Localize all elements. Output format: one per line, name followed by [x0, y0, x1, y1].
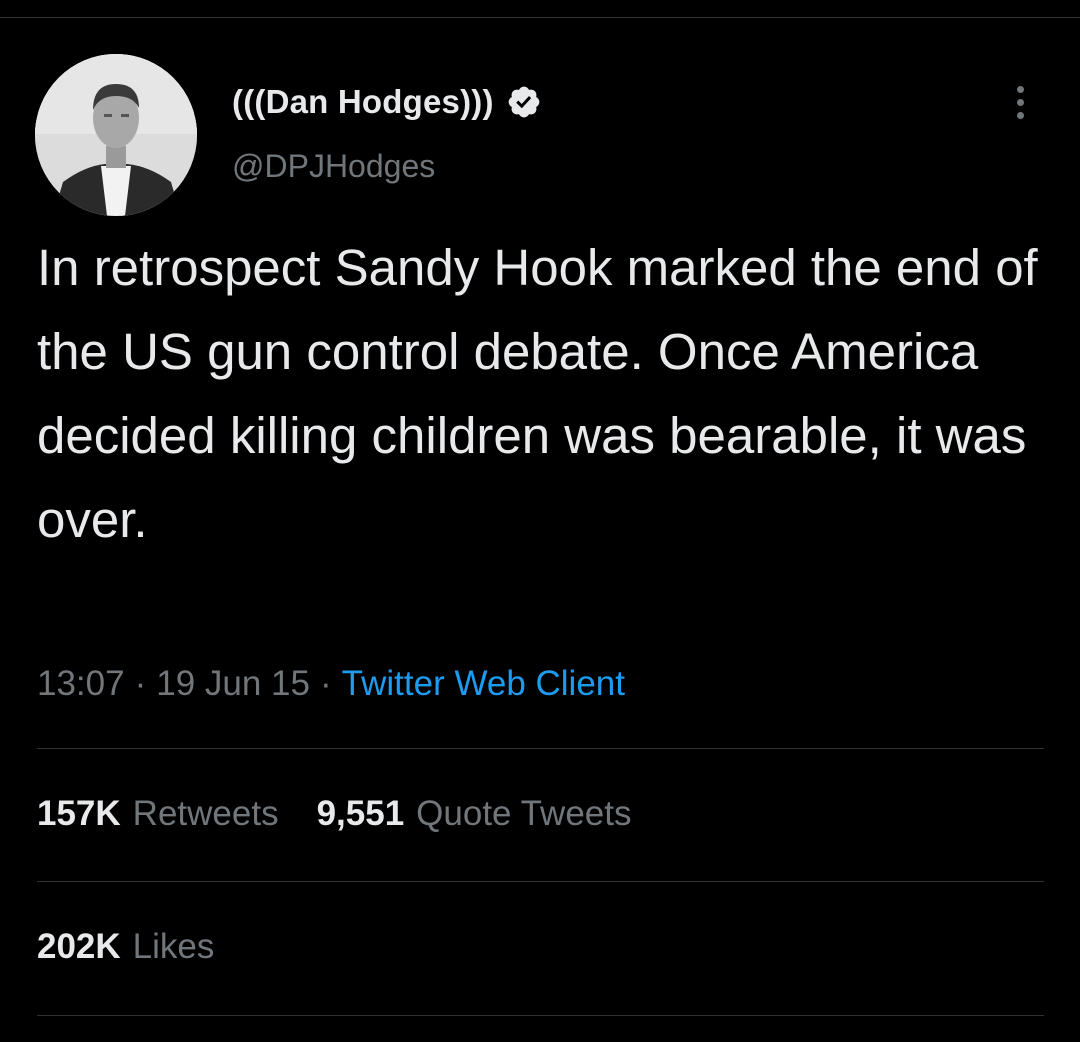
tweet-time[interactable]: 13:07: [37, 664, 125, 703]
more-vertical-icon: [1016, 85, 1024, 93]
avatar[interactable]: [35, 54, 197, 216]
divider: [37, 881, 1044, 882]
author-name-row[interactable]: (((Dan Hodges))): [232, 80, 542, 124]
author-display-name[interactable]: (((Dan Hodges))): [232, 83, 494, 121]
retweets-label: Retweets: [132, 794, 279, 833]
avatar-photo: [35, 54, 197, 216]
more-options-button[interactable]: [1005, 80, 1035, 124]
quote-tweets-stat[interactable]: 9,551 Quote Tweets: [317, 794, 632, 834]
top-divider: [0, 17, 1080, 18]
tweet-client-link[interactable]: Twitter Web Client: [342, 664, 625, 703]
retweets-count: 157K: [37, 794, 121, 833]
likes-label: Likes: [132, 927, 215, 966]
likes-count: 202K: [37, 927, 121, 966]
likes-stat[interactable]: 202K Likes: [37, 927, 214, 967]
author-handle[interactable]: @DPJHodges: [232, 148, 435, 185]
likes-row: 202K Likes: [37, 927, 214, 967]
tweet-text: In retrospect Sandy Hook marked the end …: [37, 239, 1038, 548]
tweet-stats: 157K Retweets 9,551 Quote Tweets: [37, 794, 632, 834]
tweet-date[interactable]: 19 Jun 15: [156, 664, 310, 703]
retweets-stat[interactable]: 157K Retweets: [37, 794, 279, 834]
tweet-meta: 13:07 · 19 Jun 15 · Twitter Web Client: [37, 664, 625, 704]
divider: [37, 1015, 1044, 1016]
meta-separator: ·: [320, 664, 332, 703]
verified-badge-icon: [506, 84, 542, 120]
quote-tweets-count: 9,551: [316, 794, 405, 833]
quote-tweets-label: Quote Tweets: [416, 794, 632, 833]
meta-separator: ·: [134, 664, 147, 703]
divider: [37, 748, 1044, 749]
